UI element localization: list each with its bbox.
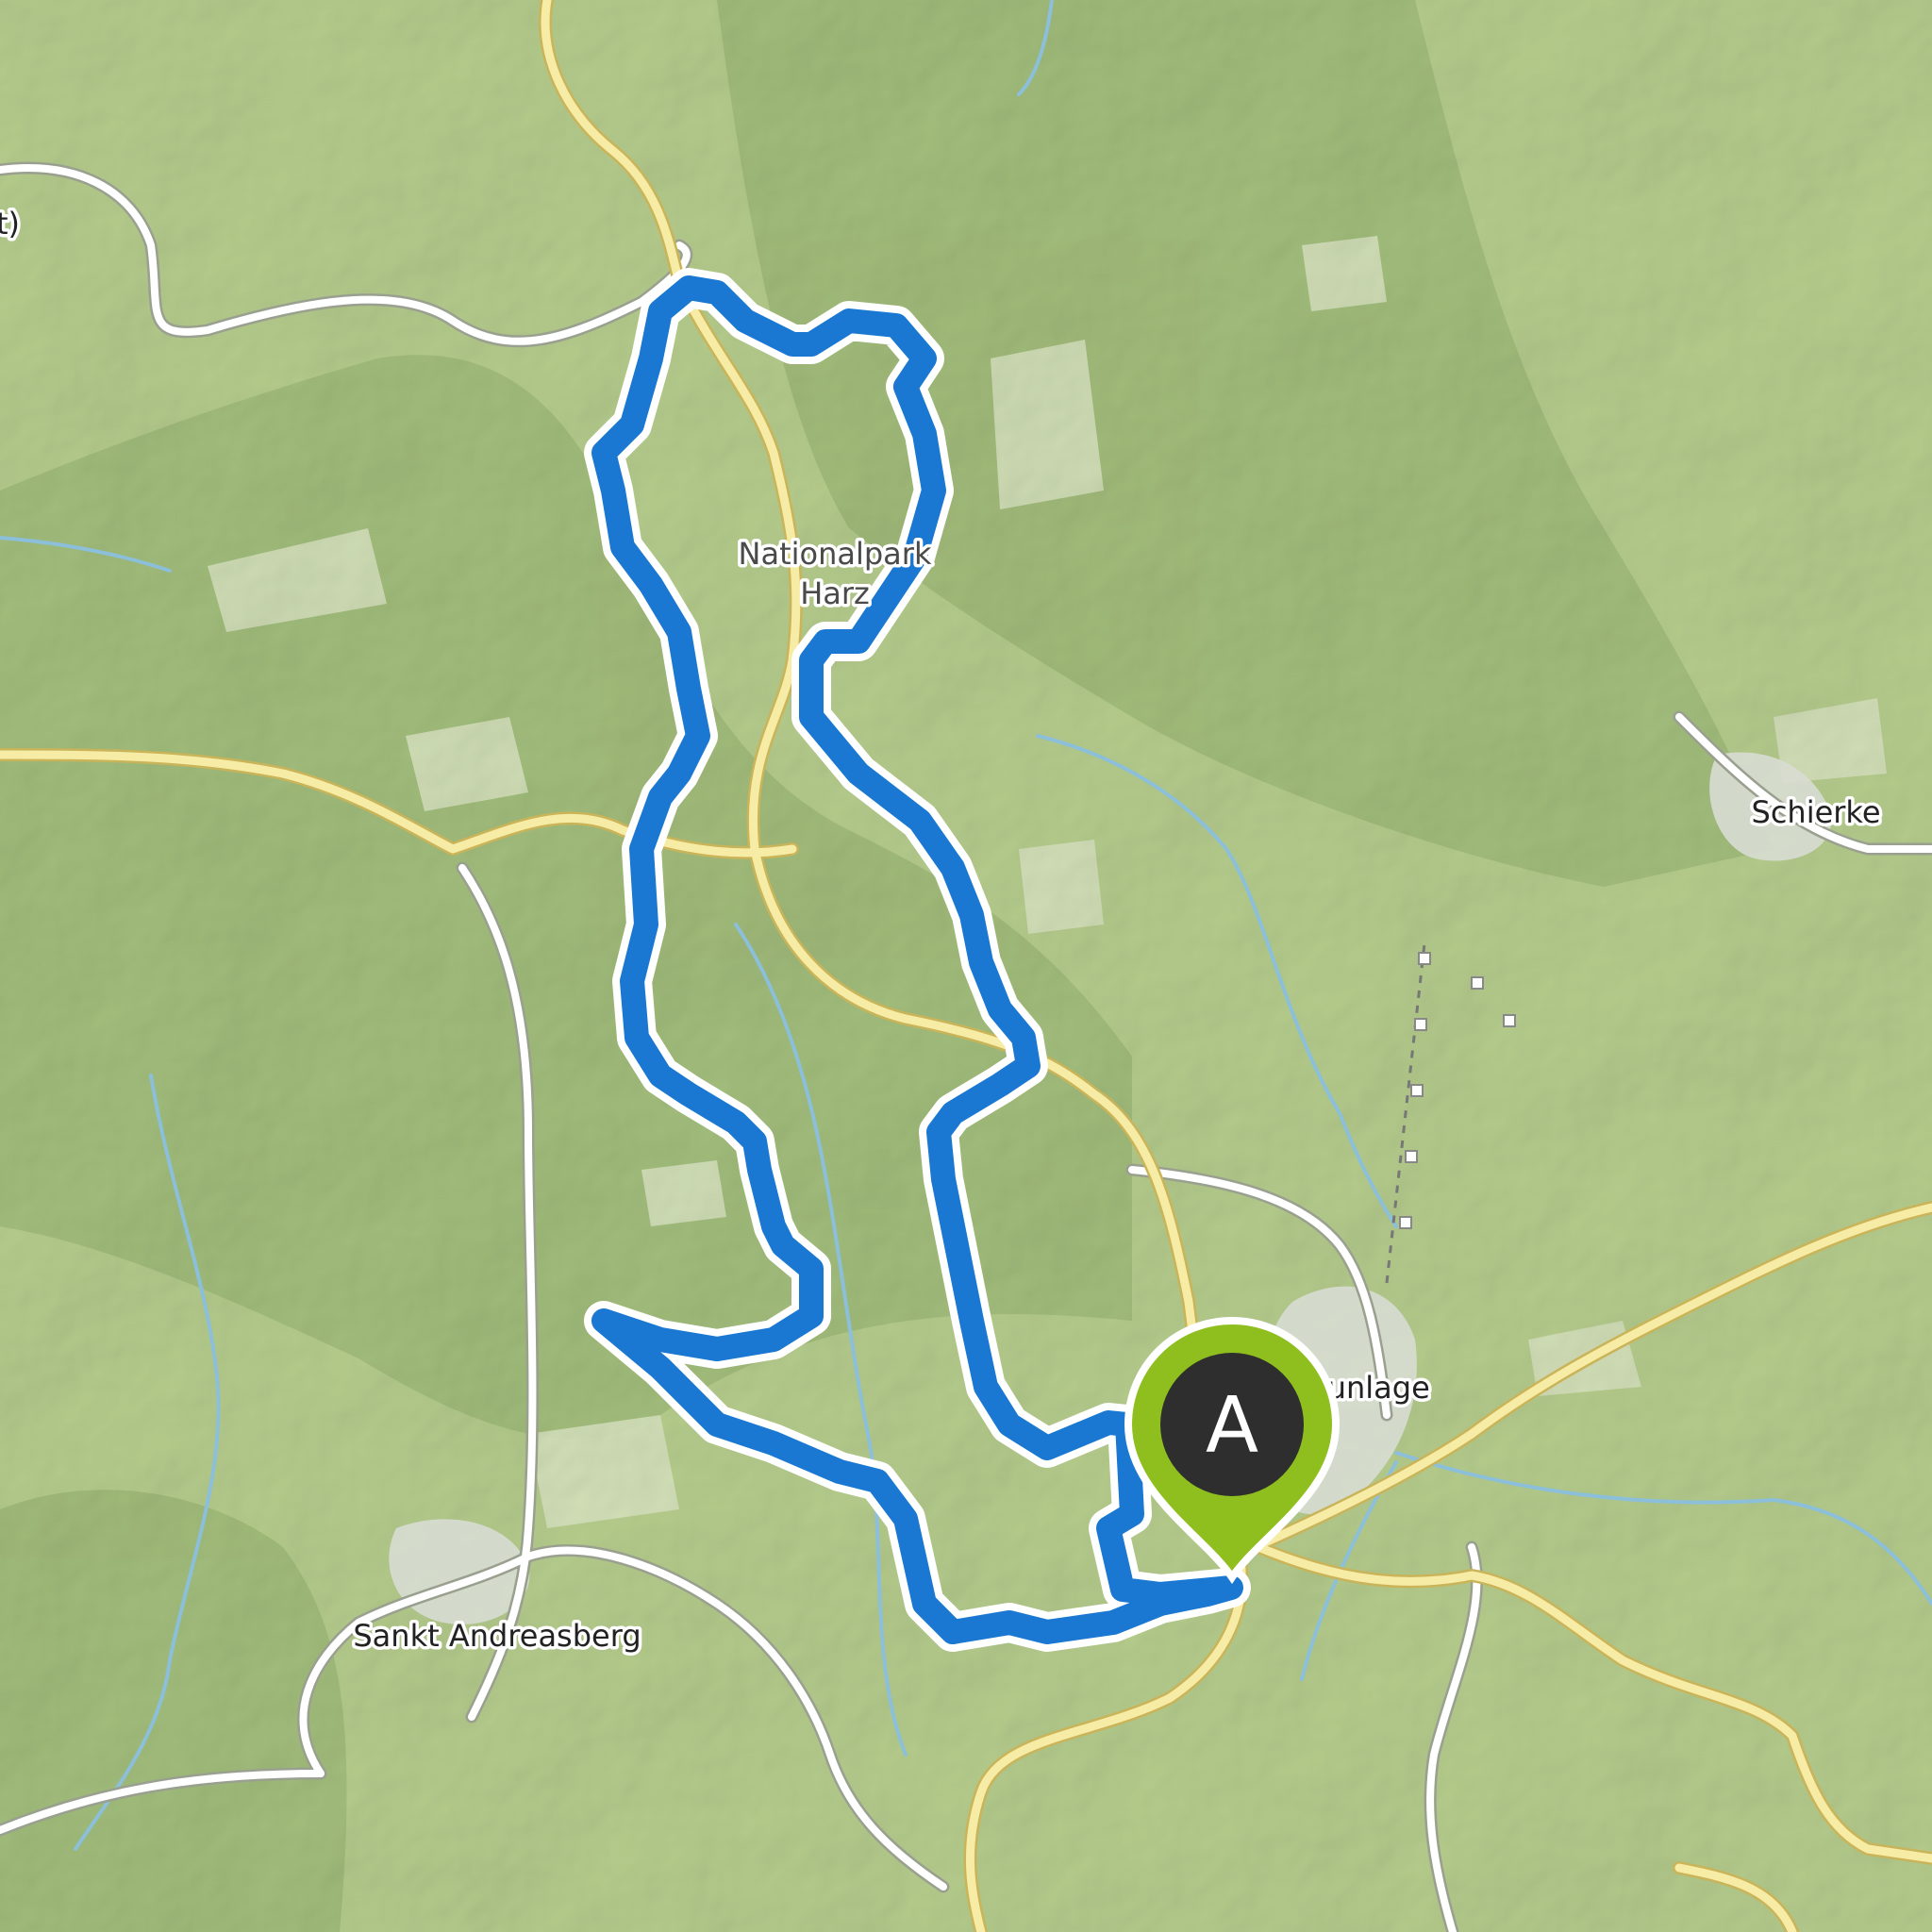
place-label-schierke: Schierke xyxy=(1752,794,1881,830)
map-view[interactable]: t) Nationalpark Harz Schierke Braunlage … xyxy=(0,0,1932,1932)
place-label-sankt-andreasberg: Sankt Andreasberg xyxy=(353,1618,641,1654)
map-canvas: t) Nationalpark Harz Schierke Braunlage … xyxy=(0,0,1932,1932)
place-label-edge: t) xyxy=(0,206,20,242)
start-marker-letter: A xyxy=(1206,1381,1258,1471)
place-label-nationalpark: Nationalpark xyxy=(739,536,932,572)
place-label-harz: Harz xyxy=(800,575,870,611)
